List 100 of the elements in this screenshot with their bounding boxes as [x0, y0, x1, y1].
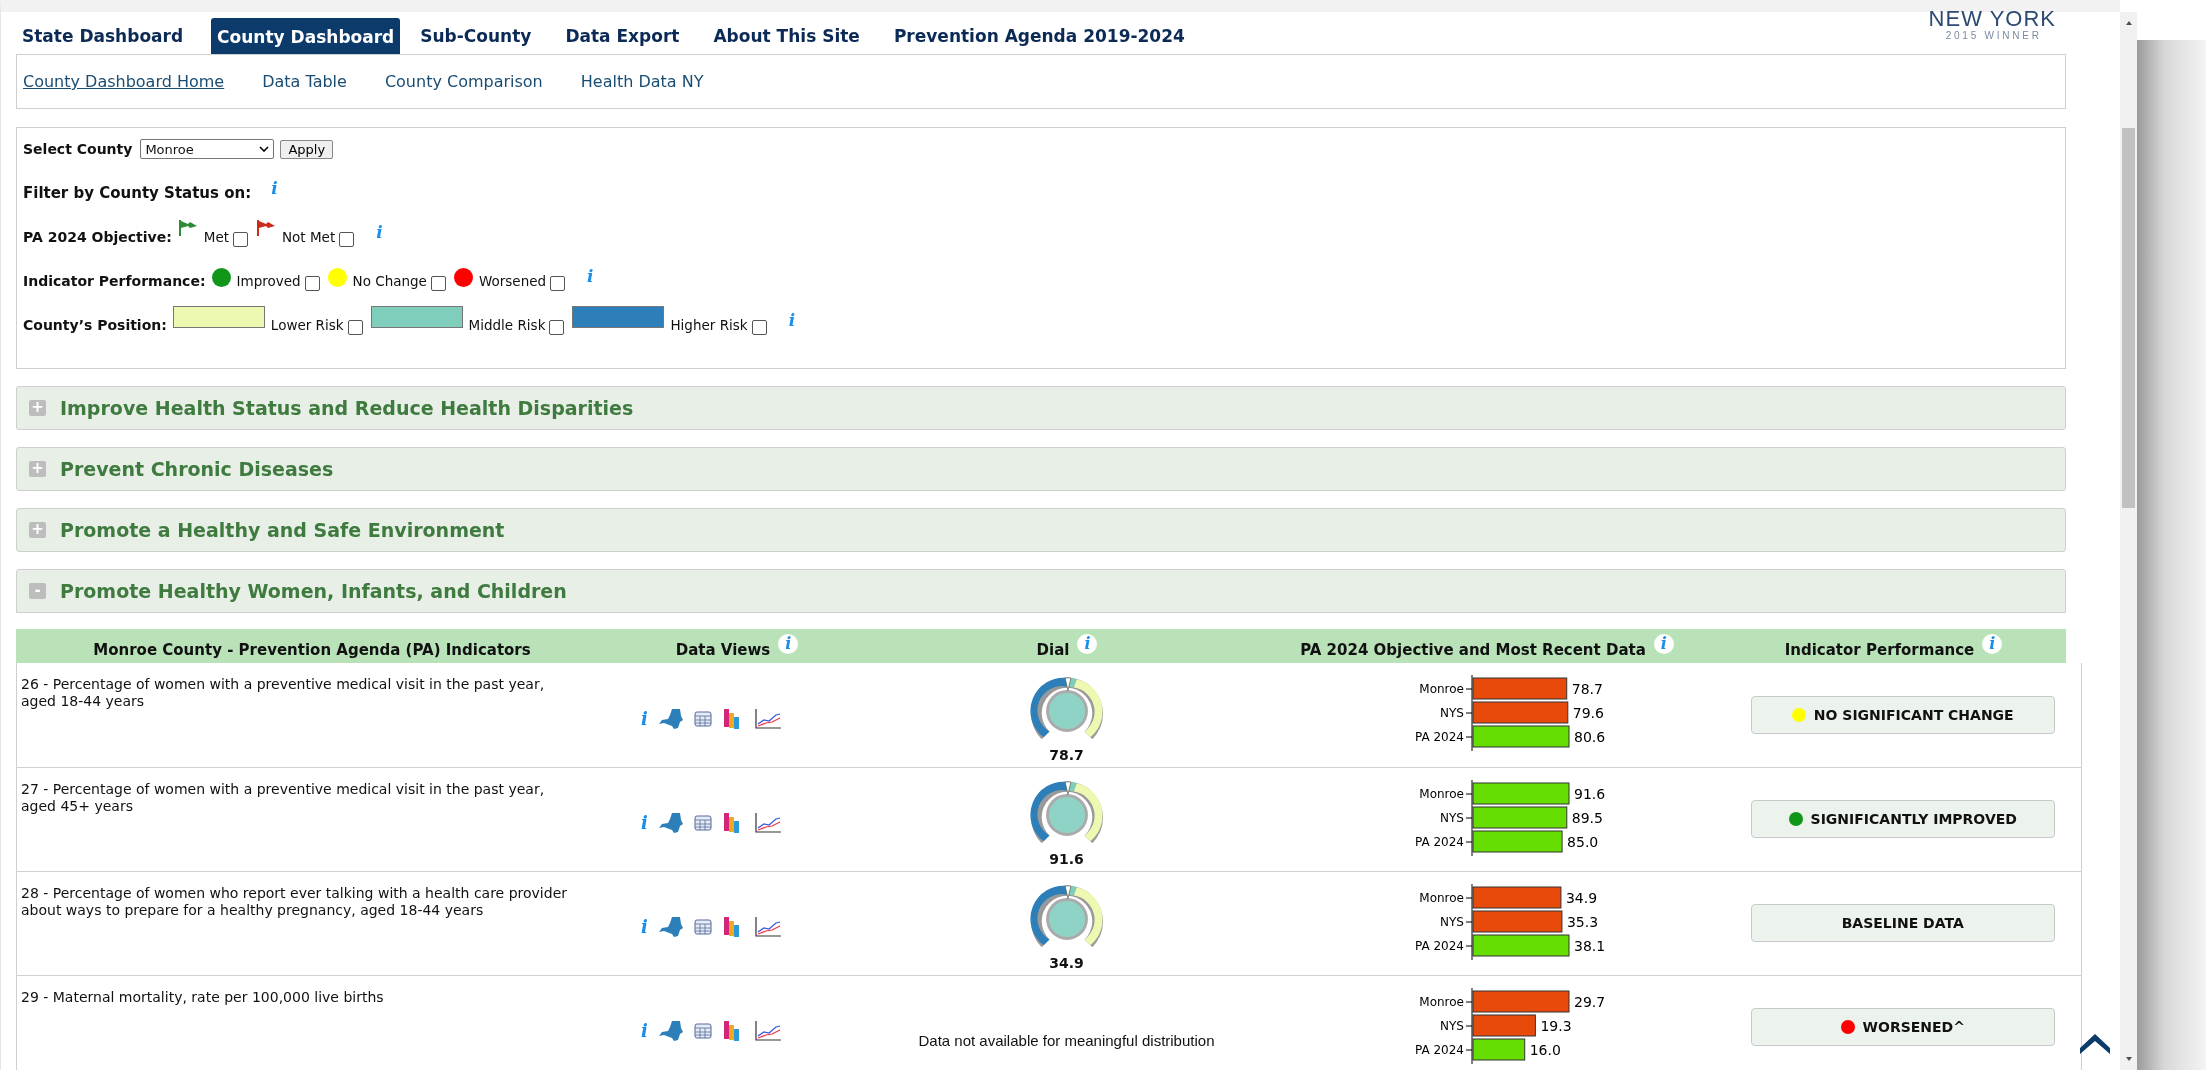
map-icon[interactable]: [657, 812, 684, 834]
axis-label: PA 2024: [1414, 1042, 1464, 1057]
option-label: Met: [203, 229, 229, 245]
logo-title: NEW YORK: [1928, 8, 2056, 30]
performance-label: NO SIGNIFICANT CHANGE: [1813, 706, 2014, 723]
section-title: Promote Healthy Women, Infants, and Children: [60, 580, 567, 602]
filter-label: County’s Position:: [23, 317, 167, 333]
table-icon[interactable]: [693, 709, 712, 728]
checkbox[interactable]: [549, 319, 565, 335]
axis-label: NYS: [1439, 914, 1464, 929]
checkbox[interactable]: [339, 231, 355, 247]
indicator-text: 28 - Percentage of women who report ever talking with a health care provider about ways to prepare for a healthy pregnancy, aged 18-44 years: [21, 884, 568, 919]
dial-value: 78.7: [1049, 746, 1084, 763]
checkbox[interactable]: [550, 275, 566, 291]
field-label: Select County: [23, 141, 133, 157]
info-icon[interactable]: i: [376, 224, 383, 241]
subnav-link[interactable]: County Dashboard Home: [23, 72, 225, 91]
scrollbar[interactable]: [2120, 12, 2137, 1070]
value-label: 80.6: [1573, 729, 1605, 746]
nav-tab[interactable]: County Dashboard: [211, 18, 401, 54]
info-icon[interactable]: i: [587, 268, 594, 285]
axis-label: NYS: [1439, 1018, 1464, 1033]
value-label: 34.9: [1565, 889, 1597, 906]
value-label: 29.7: [1573, 993, 1605, 1010]
checkbox[interactable]: [304, 275, 320, 291]
indicator-text: 26 - Percentage of women with a preventive medical visit in the past year, aged 18-44 years: [21, 676, 546, 710]
subnav-link[interactable]: Data Table: [262, 72, 347, 91]
scroll-to-top-icon[interactable]: [2080, 1032, 2110, 1054]
axis-label: NYS: [1439, 810, 1464, 825]
map-icon[interactable]: [657, 1020, 684, 1042]
subnav-link[interactable]: Health Data NY: [580, 72, 704, 91]
option-label: No Change: [352, 273, 427, 289]
table-icon[interactable]: [693, 814, 712, 832]
value-label: 78.7: [1571, 681, 1603, 698]
checkbox[interactable]: [430, 275, 446, 291]
table-icon[interactable]: [693, 1022, 712, 1040]
value-label: 19.3: [1539, 1017, 1572, 1034]
axis-label: Monroe: [1418, 890, 1464, 905]
value-label: 89.5: [1571, 809, 1603, 826]
dial-value: 34.9: [1049, 955, 1084, 971]
value-label: 16.0: [1529, 1041, 1561, 1058]
value-label: 79.6: [1572, 705, 1604, 722]
section-title: Prevent Chronic Diseases: [60, 458, 334, 480]
info-icon[interactable]: i: [778, 634, 799, 654]
section-title: Improve Health Status and Reduce Health Disparities: [60, 397, 634, 419]
subnav-link[interactable]: County Comparison: [384, 72, 543, 91]
axis-label: Monroe: [1418, 994, 1464, 1009]
value-label: 38.1: [1573, 937, 1605, 954]
nav-tab[interactable]: About This Site: [707, 18, 874, 54]
dial-note: Data not available for meaningful distribution: [917, 1030, 1216, 1049]
info-icon[interactable]: i: [1077, 634, 1098, 654]
section-header[interactable]: + Prevent Chronic Diseases: [16, 447, 2066, 491]
county-select[interactable]: Monroe: [140, 139, 275, 159]
line-chart-icon[interactable]: [753, 812, 782, 834]
filter-label: PA 2024 Objective:: [23, 229, 172, 245]
column-header: Monroe County - Prevention Agenda (PA) Indicators: [93, 641, 531, 659]
info-icon[interactable]: i: [271, 180, 278, 197]
table-icon[interactable]: [693, 918, 712, 936]
info-icon[interactable]: i: [641, 814, 648, 832]
option-label: Not Met: [282, 229, 336, 245]
nav-tab[interactable]: Data Export: [559, 18, 694, 54]
line-chart-icon[interactable]: [753, 707, 782, 730]
column-header: Data Views: [675, 641, 771, 659]
nav-tab[interactable]: State Dashboard: [16, 18, 198, 54]
axis-label: Monroe: [1418, 786, 1464, 801]
performance-label: BASELINE DATA: [1841, 915, 1964, 931]
info-icon[interactable]: i: [641, 709, 648, 728]
axis-label: Monroe: [1418, 682, 1464, 697]
performance-label: WORSENED^: [1862, 1019, 1965, 1035]
nav-tab[interactable]: Prevention Agenda 2019-2024: [887, 18, 1199, 54]
section-header[interactable]: - Promote Healthy Women, Infants, and Children: [16, 569, 2066, 613]
info-icon[interactable]: i: [641, 1022, 648, 1040]
option-label: Lower Risk: [270, 317, 344, 333]
scrollbar-thumb[interactable]: [2122, 128, 2135, 508]
nav-tab[interactable]: Sub-County: [414, 18, 546, 54]
column-header: PA 2024 Objective and Most Recent Data: [1300, 641, 1646, 659]
section-title: Promote a Healthy and Safe Environment: [60, 519, 505, 541]
value-label: 35.3: [1566, 913, 1598, 930]
checkbox[interactable]: [347, 319, 363, 335]
info-icon[interactable]: i: [641, 918, 648, 936]
info-icon[interactable]: i: [1653, 634, 1674, 654]
apply-button[interactable]: Apply: [280, 139, 334, 159]
logo-subtitle: 2 0 1 5 W I N N E R: [1944, 30, 2040, 42]
axis-label: NYS: [1439, 706, 1464, 721]
axis-label: PA 2024: [1414, 938, 1464, 953]
section-header[interactable]: + Promote a Healthy and Safe Environment: [16, 508, 2066, 552]
option-label: Higher Risk: [670, 317, 748, 333]
map-icon[interactable]: [657, 916, 684, 938]
info-icon[interactable]: i: [788, 312, 796, 329]
value-label: 91.6: [1573, 785, 1605, 802]
column-header: Dial: [1036, 641, 1070, 659]
info-icon[interactable]: i: [1982, 634, 2003, 654]
indicator-text: 27 - Percentage of women with a preventive medical visit in the past year, aged 45+ years: [21, 780, 546, 815]
checkbox[interactable]: [233, 231, 248, 247]
line-chart-icon[interactable]: [753, 916, 782, 938]
section-header[interactable]: + Improve Health Status and Reduce Health Disparities: [16, 386, 2066, 430]
map-icon[interactable]: [657, 707, 684, 730]
column-header: Indicator Performance: [1784, 641, 1975, 659]
checkbox[interactable]: [751, 319, 767, 335]
line-chart-icon[interactable]: [753, 1020, 782, 1042]
